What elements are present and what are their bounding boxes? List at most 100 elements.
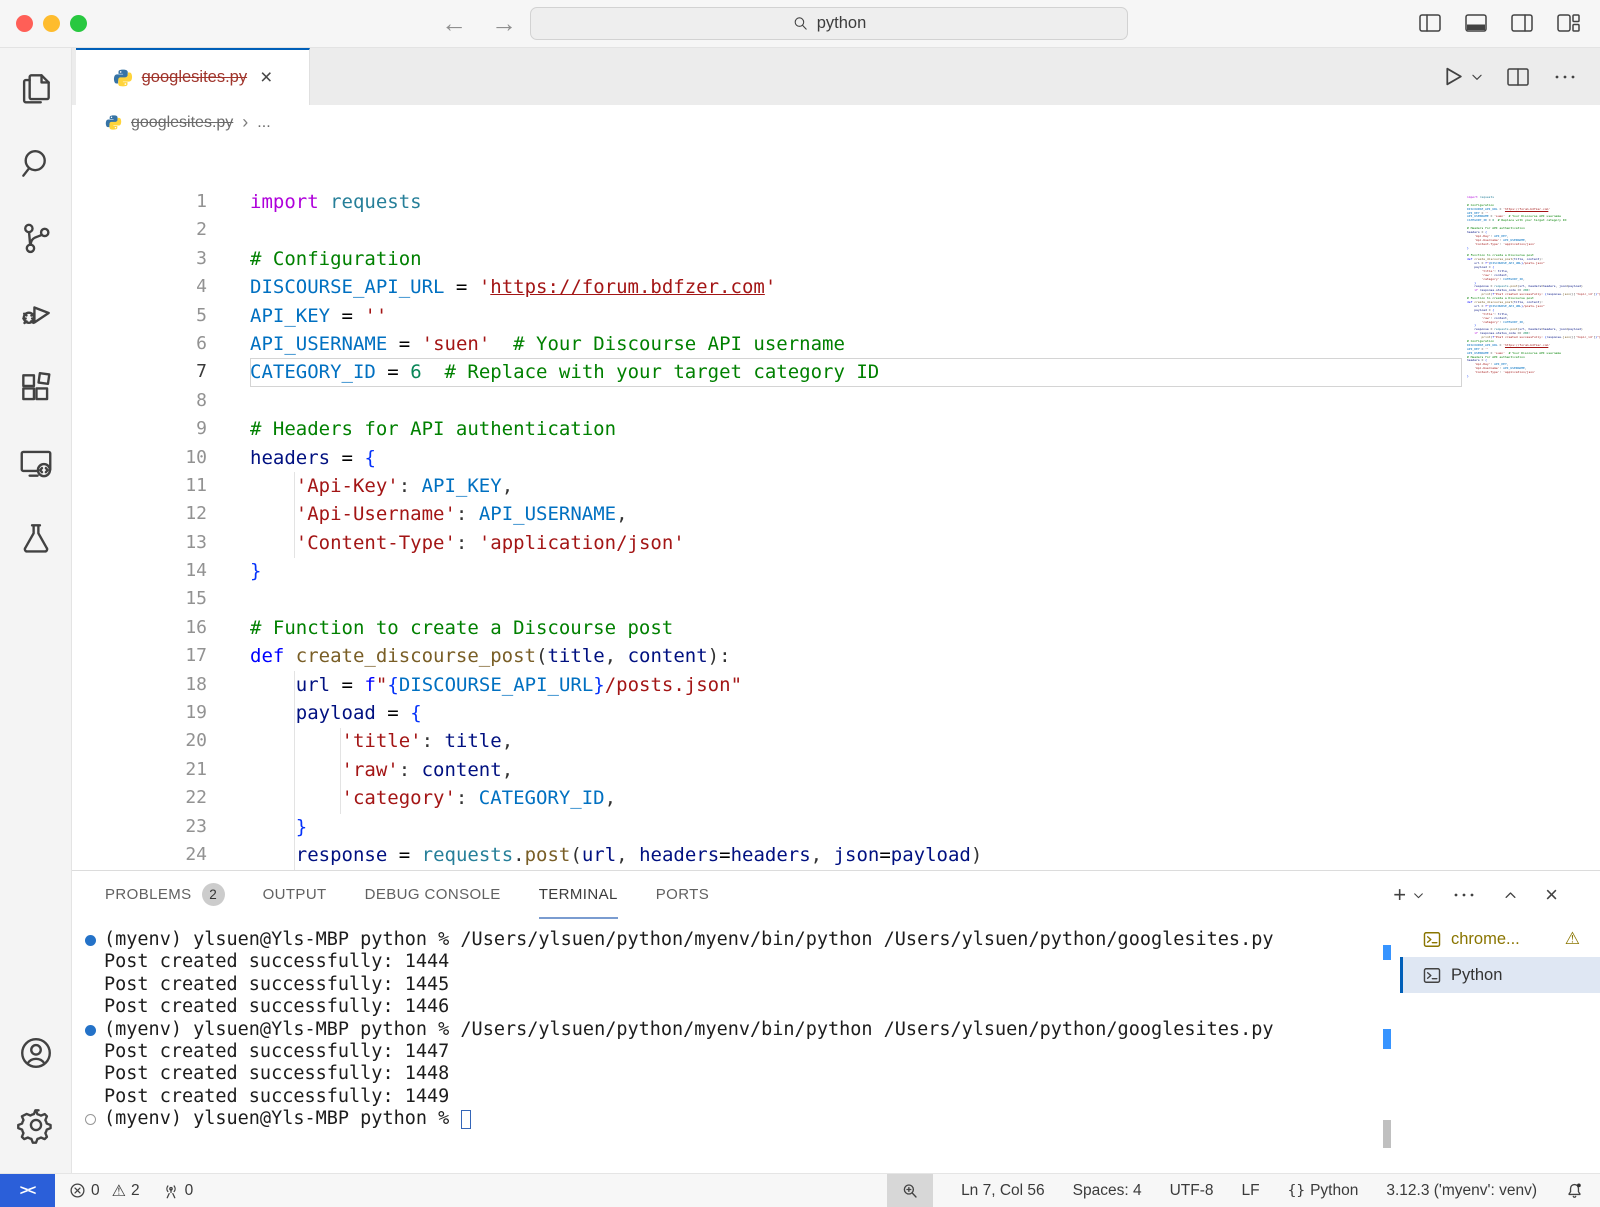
warning-icon: ⚠ xyxy=(1565,929,1580,949)
python-interpreter[interactable]: 3.12.3 ('myenv': venv) xyxy=(1386,1182,1537,1200)
code-line[interactable]: # Headers for API authentication xyxy=(250,415,1462,443)
code-line[interactable]: API_USERNAME = 'suen' # Your Discourse A… xyxy=(250,330,1462,358)
toggle-panel-icon[interactable] xyxy=(1464,12,1488,34)
settings-gear-icon[interactable] xyxy=(12,1101,60,1149)
language-mode[interactable]: {} Python xyxy=(1288,1182,1359,1200)
code-line[interactable]: 'raw': content, xyxy=(250,756,1462,784)
testing-icon[interactable] xyxy=(12,514,60,562)
source-control-icon[interactable] xyxy=(12,214,60,262)
tab-debug-console[interactable]: DEBUG CONSOLE xyxy=(365,871,501,919)
code-line[interactable]: import requests xyxy=(250,188,1462,216)
tab-output[interactable]: OUTPUT xyxy=(263,871,327,919)
tab-terminal[interactable]: TERMINAL xyxy=(539,871,618,919)
remote-indicator[interactable]: >< xyxy=(0,1174,55,1207)
code-line[interactable] xyxy=(250,585,1462,613)
split-editor-icon[interactable] xyxy=(1506,66,1530,88)
extensions-icon[interactable] xyxy=(12,364,60,412)
toggle-sidebar-icon[interactable] xyxy=(1418,12,1442,34)
run-dropdown-chevron-icon[interactable] xyxy=(1470,70,1484,84)
command-decoration-icon[interactable] xyxy=(85,1025,96,1036)
code-line[interactable]: DISCOURSE_API_URL = 'https://forum.bdfze… xyxy=(250,273,1462,301)
code-line[interactable]: } xyxy=(250,557,1462,585)
command-decoration-icon[interactable] xyxy=(85,935,96,946)
line-number: 18 xyxy=(144,671,207,699)
error-icon xyxy=(69,1182,86,1199)
warning-icon: ⚠ xyxy=(112,1181,126,1201)
code-line-current[interactable]: CATEGORY_ID = 6 # Replace with your targ… xyxy=(250,358,1462,386)
code-line[interactable]: 'Content-Type': 'application/json' xyxy=(250,529,1462,557)
terminal-output[interactable]: (myenv) ylsuen@Yls-MBP python % /Users/y… xyxy=(72,929,1350,1173)
run-python-file-icon[interactable] xyxy=(1440,64,1465,89)
code-line[interactable]: response = requests.post(url, headers=he… xyxy=(250,841,1462,869)
terminal-dropdown-chevron-icon[interactable] xyxy=(1412,889,1425,902)
code-line[interactable]: 'title': title, xyxy=(250,727,1462,755)
terminal-list-item-chrome[interactable]: chrome... ⚠ xyxy=(1400,921,1600,957)
problems-count-badge: 2 xyxy=(202,883,225,906)
code-line[interactable]: payload = { xyxy=(250,699,1462,727)
maximize-panel-icon[interactable] xyxy=(1503,888,1518,903)
close-panel-icon[interactable]: × xyxy=(1545,884,1558,906)
prompt-decoration-icon[interactable] xyxy=(85,1114,96,1125)
panel-more-actions-icon[interactable] xyxy=(1452,885,1476,905)
tab-problems[interactable]: PROBLEMS 2 xyxy=(105,871,225,919)
terminal-scrollbar-thumb[interactable] xyxy=(1383,1120,1391,1148)
close-window-button[interactable] xyxy=(16,15,33,32)
toggle-secondary-sidebar-icon[interactable] xyxy=(1510,12,1534,34)
terminal-text: Post created successfully: 1444 xyxy=(104,951,449,972)
explorer-icon[interactable] xyxy=(12,64,60,112)
activity-bar xyxy=(0,48,72,1173)
cursor-position[interactable]: Ln 7, Col 56 xyxy=(961,1182,1045,1200)
minimize-window-button[interactable] xyxy=(43,15,60,32)
encoding[interactable]: UTF-8 xyxy=(1170,1182,1214,1200)
customize-layout-icon[interactable] xyxy=(1556,12,1580,34)
ports-status[interactable]: 0 xyxy=(162,1182,194,1200)
code-editor[interactable]: 1234567891011121314151617181920212223242… xyxy=(144,188,1600,918)
minimap-line: } xyxy=(1467,375,1600,379)
more-actions-icon[interactable] xyxy=(1552,66,1578,88)
search-icon[interactable] xyxy=(12,139,60,187)
code-line[interactable]: headers = { xyxy=(250,444,1462,472)
breadcrumb-symbol[interactable]: ... xyxy=(257,114,270,132)
code-line[interactable]: # Function to create a Discourse post xyxy=(250,614,1462,642)
remote-explorer-icon[interactable] xyxy=(12,439,60,487)
terminal-line: Post created successfully: 1444 xyxy=(72,951,1350,973)
breadcrumb-filename[interactable]: googlesites.py xyxy=(131,114,233,132)
line-number: 1 xyxy=(144,188,207,216)
tab-ports[interactable]: PORTS xyxy=(656,871,709,919)
command-center-search[interactable]: python xyxy=(530,7,1128,40)
command-center-value: python xyxy=(817,14,867,33)
terminal-list-item-python[interactable]: Python xyxy=(1400,957,1600,993)
code-line[interactable]: 'category': CATEGORY_ID, xyxy=(250,784,1462,812)
line-number: 17 xyxy=(144,642,207,670)
zoom-indicator[interactable] xyxy=(887,1174,933,1207)
line-number: 8 xyxy=(144,387,207,415)
code-line[interactable]: API_KEY = '' xyxy=(250,302,1462,330)
line-number: 21 xyxy=(144,756,207,784)
code-line[interactable] xyxy=(250,216,1462,244)
problems-status[interactable]: 0 ⚠ 2 xyxy=(69,1181,140,1201)
terminal-text: Post created successfully: 1448 xyxy=(104,1063,449,1084)
eol-sequence[interactable]: LF xyxy=(1242,1182,1260,1200)
code-line[interactable]: 'Api-Key': API_KEY, xyxy=(250,472,1462,500)
line-number: 22 xyxy=(144,784,207,812)
bell-notification-icon[interactable] xyxy=(1565,1181,1584,1200)
account-icon[interactable] xyxy=(12,1029,60,1077)
code-line[interactable]: def create_discourse_post(title, content… xyxy=(250,642,1462,670)
forward-button[interactable]: → xyxy=(488,4,520,42)
code-line[interactable]: } xyxy=(250,813,1462,841)
minimap[interactable]: import requests# ConfigurationDISCOURSE_… xyxy=(1467,196,1600,379)
run-debug-icon[interactable] xyxy=(12,289,60,337)
indentation[interactable]: Spaces: 4 xyxy=(1073,1182,1142,1200)
line-number: 5 xyxy=(144,302,207,330)
tab-googlesites[interactable]: googlesites.py × xyxy=(76,48,310,105)
back-button[interactable]: ← xyxy=(438,4,470,42)
code-line[interactable]: url = f"{DISCOURSE_API_URL}/posts.json" xyxy=(250,671,1462,699)
line-number: 3 xyxy=(144,245,207,273)
line-number: 20 xyxy=(144,727,207,755)
code-line[interactable] xyxy=(250,387,1462,415)
zoom-window-button[interactable] xyxy=(70,15,87,32)
new-terminal-icon[interactable]: + xyxy=(1393,884,1406,906)
code-line[interactable]: # Configuration xyxy=(250,245,1462,273)
code-line[interactable]: 'Api-Username': API_USERNAME, xyxy=(250,500,1462,528)
close-tab-icon[interactable]: × xyxy=(260,67,272,88)
